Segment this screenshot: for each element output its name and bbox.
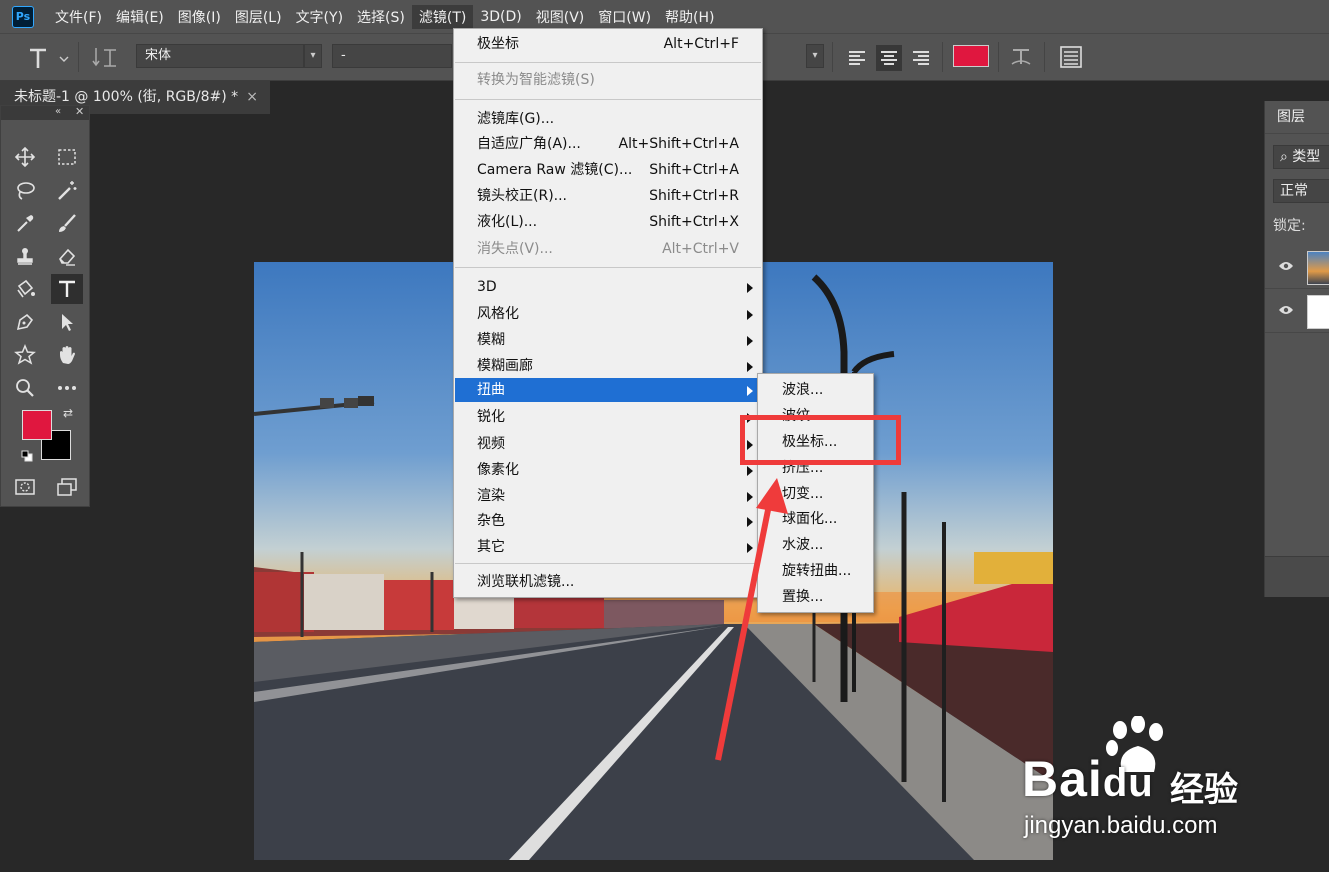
eye-icon[interactable] [1278, 260, 1294, 276]
warp-text-icon[interactable] [1008, 44, 1034, 74]
more-tools-icon[interactable] [51, 373, 83, 403]
chevron-down-icon[interactable]: ▾ [806, 44, 824, 68]
lasso-tool-icon[interactable] [9, 175, 41, 205]
menu-type[interactable]: 文字(Y) [289, 5, 350, 29]
tools-panel-header[interactable]: « ✕ [1, 105, 89, 120]
document-title: 未标题-1 @ 100% (街, RGB/8#) * [14, 89, 239, 105]
tools-panel: « ✕ ⇄ [0, 105, 90, 507]
eyedropper-icon[interactable] [9, 208, 41, 238]
chevron-right-icon [747, 283, 753, 293]
font-style-select[interactable]: - [332, 44, 452, 68]
chevron-down-icon[interactable]: ▾ [304, 44, 322, 68]
menu-item-stylize[interactable]: 风格化 [455, 302, 761, 326]
menu-edit[interactable]: 编辑(E) [109, 5, 171, 29]
type-tool-preset-icon[interactable] [10, 40, 70, 78]
menu-item-blur-gallery[interactable]: 模糊画廊 [455, 354, 761, 378]
align-center-button[interactable] [876, 45, 902, 71]
blend-mode-select[interactable]: 正常 [1273, 179, 1329, 203]
eye-icon[interactable] [1278, 304, 1294, 320]
menu-item-video[interactable]: 视频 [455, 432, 761, 456]
menu-file[interactable]: 文件(F) [48, 5, 109, 29]
foreground-color-swatch[interactable] [22, 410, 52, 440]
hand-tool-icon[interactable] [51, 340, 83, 370]
path-selection-icon[interactable] [51, 307, 83, 337]
eraser-icon[interactable] [51, 241, 83, 271]
stamp-icon[interactable] [9, 241, 41, 271]
text-color-swatch[interactable] [953, 45, 989, 67]
submenu-item-wave[interactable]: 波浪... [759, 377, 872, 403]
chevron-right-icon [747, 310, 753, 320]
menu-select[interactable]: 选择(S) [350, 5, 412, 29]
watermark-url: jingyan.baidu.com [1024, 812, 1218, 839]
menu-layer[interactable]: 图层(L) [228, 5, 289, 29]
zoom-tool-icon[interactable] [9, 373, 41, 403]
menu-view[interactable]: 视图(V) [529, 5, 592, 29]
menu-item-blur[interactable]: 模糊 [455, 328, 761, 352]
separator [1044, 42, 1045, 72]
align-right-button[interactable] [908, 45, 934, 71]
layer-thumbnail [1307, 251, 1329, 285]
watermark-brand: Baidu [1022, 751, 1154, 807]
baidu-watermark: Baidu 经验 jingyan.baidu.com [1020, 716, 1280, 842]
close-icon[interactable]: ✕ [75, 105, 84, 118]
menu-item-camera-raw[interactable]: Camera Raw 滤镜(C)... Shift+Ctrl+A [455, 158, 761, 182]
font-family-select[interactable]: 宋体 [136, 44, 304, 68]
chevron-right-icon [747, 362, 753, 372]
menu-item-distort[interactable]: 扭曲 [455, 378, 761, 402]
move-tool-icon[interactable] [9, 142, 41, 172]
pen-tool-icon[interactable] [9, 307, 41, 337]
lock-label: 锁定: [1273, 218, 1306, 234]
magic-wand-icon[interactable] [51, 175, 83, 205]
separator [998, 42, 999, 72]
brush-icon[interactable] [51, 208, 83, 238]
marquee-tool-icon[interactable] [51, 142, 83, 172]
screen-mode-icon[interactable] [51, 472, 83, 502]
photoshop-logo: Ps [12, 5, 34, 28]
layers-panel: 图层 ⌕ 类型 正常 锁定: [1264, 101, 1329, 597]
layers-footer [1265, 556, 1329, 597]
layer-row-street[interactable] [1265, 247, 1329, 289]
separator [78, 42, 79, 72]
text-orientation-icon[interactable] [92, 44, 120, 76]
separator [942, 42, 943, 72]
menu-help[interactable]: 帮助(H) [658, 5, 721, 29]
default-colors-icon[interactable] [21, 450, 33, 462]
swap-colors-icon[interactable]: ⇄ [63, 406, 73, 420]
chevron-right-icon [747, 386, 753, 396]
menu-image[interactable]: 图像(I) [171, 5, 228, 29]
menu-item-sharpen[interactable]: 锐化 [455, 405, 761, 429]
layer-filter-select[interactable]: ⌕ 类型 [1273, 145, 1329, 169]
annotation-highlight-box [740, 415, 901, 465]
chevron-right-icon [747, 336, 753, 346]
separator [832, 42, 833, 72]
paint-bucket-icon[interactable] [9, 274, 41, 304]
layer-row-background[interactable] [1265, 291, 1329, 333]
collapse-icon[interactable]: « [55, 106, 61, 117]
menu-item-last-filter[interactable]: 极坐标 Alt+Ctrl+F [455, 32, 761, 56]
menu-item-filter-gallery[interactable]: 滤镜库(G)... [455, 107, 761, 131]
menu-item-liquify[interactable]: 液化(L)... Shift+Ctrl+X [455, 210, 761, 234]
menu-item-adaptive-wide-angle[interactable]: 自适应广角(A)... Alt+Shift+Ctrl+A [455, 132, 761, 156]
character-panel-icon[interactable] [1058, 44, 1084, 74]
close-icon[interactable]: × [246, 81, 258, 113]
quick-mask-icon[interactable] [9, 472, 41, 502]
layer-thumbnail [1307, 295, 1329, 329]
layer-filter-label: 类型 [1292, 149, 1321, 165]
watermark-cn: 经验 [1170, 770, 1238, 810]
type-tool-icon[interactable] [51, 274, 83, 304]
menu-item-lens-correction[interactable]: 镜头校正(R)... Shift+Ctrl+R [455, 184, 761, 208]
menu-item-3d[interactable]: 3D [455, 275, 761, 299]
menu-item-convert-smart-filter: 转换为智能滤镜(S) [477, 72, 595, 88]
align-left-button[interactable] [844, 45, 870, 71]
menu-3d[interactable]: 3D(D) [473, 5, 528, 29]
search-icon: ⌕ [1280, 149, 1288, 165]
menu-window[interactable]: 窗口(W) [591, 5, 658, 29]
shape-tool-icon[interactable] [9, 340, 41, 370]
menu-filter[interactable]: 滤镜(T) [411, 4, 474, 29]
tab-layers[interactable]: 图层 [1265, 101, 1329, 134]
menu-item-vanishing-point: 消失点(V)... Alt+Ctrl+V [477, 241, 739, 257]
annotation-arrow-icon [715, 478, 788, 761]
